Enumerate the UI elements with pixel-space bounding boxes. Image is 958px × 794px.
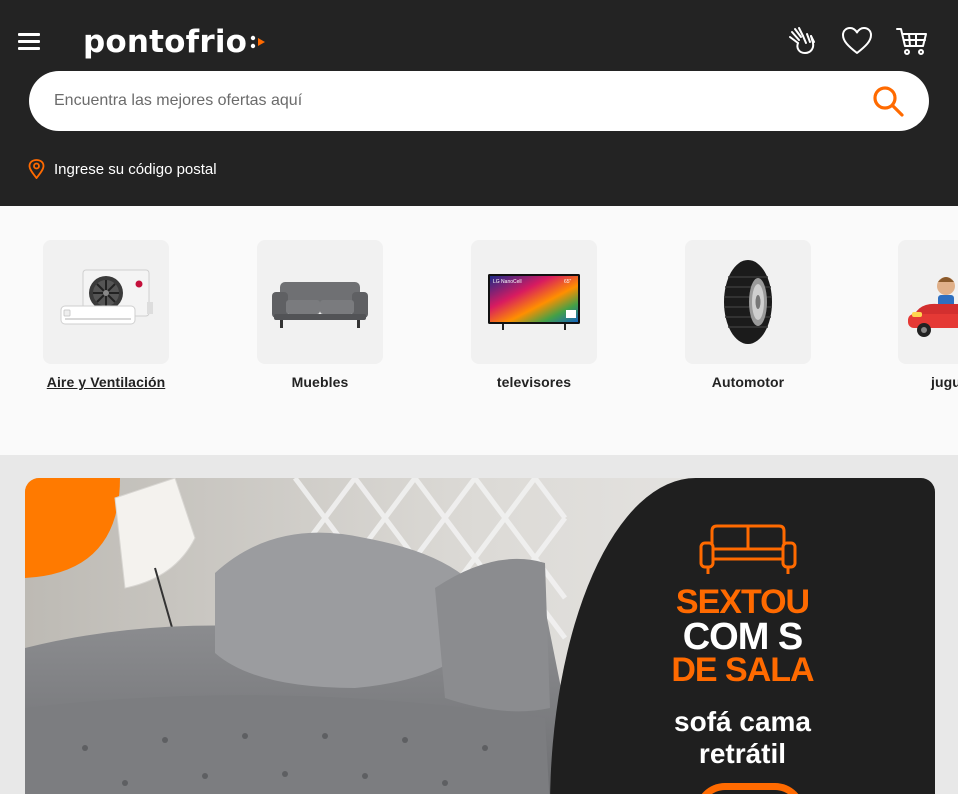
television-image: LG NanoCell 65": [471, 240, 597, 364]
logo[interactable]: pontofrio: [83, 22, 266, 62]
promo-panel: SEXTOU COM S DE SALA sofá cama retrátil: [550, 478, 935, 794]
promo-line-3: DE SALA: [671, 651, 814, 689]
air-conditioner-image: [43, 240, 169, 364]
postal-code-selector[interactable]: Ingrese su código postal: [28, 159, 217, 179]
search-input[interactable]: [54, 71, 854, 131]
tv-brand-text: LG NanoCell: [493, 279, 522, 285]
promo-banner[interactable]: SEXTOU COM S DE SALA sofá cama retrátil: [25, 478, 935, 794]
category-tvs[interactable]: LG NanoCell 65" televisores: [471, 240, 597, 390]
category-automotive[interactable]: Automotor: [685, 240, 811, 390]
category-carousel: Aire y Ventilación Muebles LG NanoCell 6…: [0, 206, 958, 455]
promo-section: SEXTOU COM S DE SALA sofá cama retrátil: [0, 455, 958, 794]
toy-car-image: [898, 240, 958, 364]
category-toys[interactable]: jugu: [898, 240, 958, 390]
search-icon[interactable]: [871, 84, 905, 118]
logo-text: pontofrio: [83, 24, 248, 60]
tv-size-text: 65": [564, 279, 572, 285]
category-air-ventilation[interactable]: Aire y Ventilación: [43, 240, 169, 390]
location-pin-icon: [28, 159, 45, 179]
category-furniture[interactable]: Muebles: [257, 240, 383, 390]
category-label: jugu: [931, 374, 958, 390]
search-bar: [29, 71, 929, 131]
postal-code-label: Ingrese su código postal: [54, 160, 217, 178]
site-header: pontofrio Encuentra las mejores ofertas …: [0, 0, 958, 206]
menu-icon[interactable]: [18, 33, 40, 51]
category-label: Muebles: [291, 374, 349, 390]
sofa-image: [257, 240, 383, 364]
tire-image: [685, 240, 811, 364]
heart-icon[interactable]: [840, 24, 874, 58]
logo-mark-icon: [250, 34, 266, 50]
promo-line-4: sofá cama: [674, 706, 811, 737]
category-label: televisores: [496, 374, 572, 390]
promo-line-5: retrátil: [698, 738, 787, 769]
category-label: Aire y Ventilación: [46, 374, 166, 390]
promo-text: SEXTOU COM S DE SALA sofá cama retrátil: [550, 478, 935, 794]
cart-icon[interactable]: [895, 24, 929, 58]
category-label: Automotor: [711, 374, 785, 390]
sign-language-icon[interactable]: [786, 24, 820, 58]
